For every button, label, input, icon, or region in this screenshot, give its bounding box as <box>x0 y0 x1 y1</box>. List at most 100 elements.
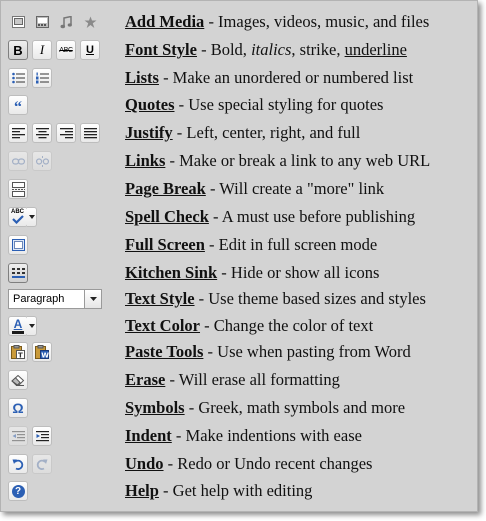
feature-desc: - Use theme based sizes and styles <box>194 289 426 308</box>
feature-name: Lists <box>125 68 159 87</box>
underline-icon: U <box>86 44 94 56</box>
help-glyph: ? <box>14 485 22 497</box>
row-text-style: Paragraph Text Style - Use theme based s… <box>1 287 479 311</box>
feature-name: Undo <box>125 454 164 473</box>
svg-text:W: W <box>41 352 49 360</box>
numbered-list-button[interactable] <box>32 68 52 88</box>
paste-text-button[interactable]: T <box>8 342 28 362</box>
paste-text-icon: T <box>11 345 25 359</box>
bold-button[interactable]: B <box>8 40 28 60</box>
underline-button[interactable]: U <box>80 40 100 60</box>
row-font-style: B I ABC U Font Style - Bold, italics, st… <box>1 38 479 62</box>
align-center-button[interactable] <box>32 123 52 143</box>
unlink-icon <box>35 155 49 167</box>
chevron-down-icon <box>28 324 35 328</box>
row-description: Full Screen - Edit in full screen mode <box>125 234 377 256</box>
feature-name: Links <box>125 151 166 170</box>
fullscreen-icon <box>11 239 25 251</box>
row-help: ? Help - Get help with editing <box>1 479 479 503</box>
remove-format-button[interactable] <box>8 370 28 390</box>
feature-name: Erase <box>125 370 166 389</box>
undo-button[interactable] <box>8 454 28 474</box>
feature-name: Kitchen Sink <box>125 263 218 282</box>
chevron-down-icon <box>28 215 35 219</box>
row-symbols: Ω Symbols - Greek, math symbols and more <box>1 396 479 420</box>
feature-desc: - Make indentions with ease <box>171 426 362 445</box>
text-color-dropdown[interactable] <box>27 316 37 336</box>
feature-name: Page Break <box>125 179 206 198</box>
add-image-icon[interactable] <box>8 12 28 32</box>
feature-name: Help <box>125 481 159 500</box>
kitchen-sink-icon <box>11 268 25 278</box>
align-center-icon <box>35 127 49 138</box>
row-description: Erase - Will erase all formatting <box>125 369 340 391</box>
underline-sample: underline <box>344 40 407 59</box>
row-description: Lists - Make an unordered or numbered li… <box>125 67 413 89</box>
strikethrough-icon: ABC <box>59 46 73 54</box>
row-indent: Indent - Make indentions with ease <box>1 424 479 448</box>
align-left-icon <box>11 127 25 138</box>
outdent-icon <box>11 430 25 441</box>
align-justify-button[interactable] <box>80 123 100 143</box>
row-description: Text Color - Change the color of text <box>125 315 373 337</box>
feature-name: Full Screen <box>125 235 205 254</box>
kitchen-sink-button[interactable] <box>8 263 28 283</box>
insert-link-button[interactable] <box>8 151 28 171</box>
row-description: Indent - Make indentions with ease <box>125 425 362 447</box>
feature-desc: - Change the color of text <box>200 316 374 335</box>
feature-name: Indent <box>125 426 172 445</box>
feature-desc-cont: , strike, <box>291 40 345 59</box>
row-description: Symbols - Greek, math symbols and more <box>125 397 405 419</box>
blockquote-button[interactable]: “ <box>8 95 28 116</box>
editor-help-panel: Add Media - Images, videos, music, and f… <box>0 0 478 512</box>
row-justify: Justify - Left, center, right, and full <box>1 121 479 145</box>
feature-desc: - Make an unordered or numbered list <box>158 68 414 87</box>
add-media-icon[interactable] <box>80 12 100 32</box>
row-description: Font Style - Bold, italics, strike, unde… <box>125 39 407 61</box>
feature-desc: - Bold, <box>196 40 252 59</box>
feature-name: Paste Tools <box>125 342 204 361</box>
row-description: Page Break - Will create a "more" link <box>125 178 384 200</box>
special-character-button[interactable]: Ω <box>8 398 28 418</box>
feature-name: Symbols <box>125 398 185 417</box>
bullet-list-icon <box>11 72 25 84</box>
link-icon <box>11 157 25 165</box>
feature-desc: - Get help with editing <box>158 481 313 500</box>
help-button[interactable]: ? <box>8 481 28 501</box>
italic-button[interactable]: I <box>32 40 52 60</box>
more-tag-button[interactable] <box>8 179 28 199</box>
format-select[interactable]: Paragraph <box>8 289 102 309</box>
paste-word-icon: W <box>35 345 49 359</box>
redo-button[interactable] <box>32 454 52 474</box>
row-description: Help - Get help with editing <box>125 480 312 502</box>
row-spell-check: ABC Spell Check - A must use before publ… <box>1 205 479 229</box>
row-lists: Lists - Make an unordered or numbered li… <box>1 66 479 90</box>
row-undo: Undo - Redo or Undo recent changes <box>1 452 479 476</box>
row-description: Undo - Redo or Undo recent changes <box>125 453 372 475</box>
align-left-button[interactable] <box>8 123 28 143</box>
row-description: Quotes - Use special styling for quotes <box>125 94 383 116</box>
bullet-list-button[interactable] <box>8 68 28 88</box>
align-right-icon <box>59 127 73 138</box>
paste-word-button[interactable]: W <box>32 342 52 362</box>
feature-desc: - Greek, math symbols and more <box>184 398 406 417</box>
align-justify-icon <box>83 127 97 138</box>
text-color-button[interactable]: A <box>8 316 28 336</box>
feature-name: Text Color <box>125 316 201 335</box>
align-right-button[interactable] <box>56 123 76 143</box>
add-audio-icon[interactable] <box>56 12 76 32</box>
row-quotes: “ Quotes - Use special styling for quote… <box>1 93 479 117</box>
indent-button[interactable] <box>32 426 52 446</box>
page-break-icon <box>11 181 25 197</box>
strikethrough-button[interactable]: ABC <box>56 40 76 60</box>
remove-link-button[interactable] <box>32 151 52 171</box>
spellcheck-language-dropdown[interactable] <box>27 207 37 227</box>
add-video-icon[interactable] <box>32 12 52 32</box>
row-page-break: Page Break - Will create a "more" link <box>1 177 479 201</box>
svg-text:T: T <box>18 352 23 360</box>
quote-icon: “ <box>14 98 22 116</box>
outdent-button[interactable] <box>8 426 28 446</box>
spellcheck-button[interactable]: ABC <box>8 207 28 227</box>
row-add-media: Add Media - Images, videos, music, and f… <box>1 10 479 34</box>
fullscreen-button[interactable] <box>8 235 28 255</box>
